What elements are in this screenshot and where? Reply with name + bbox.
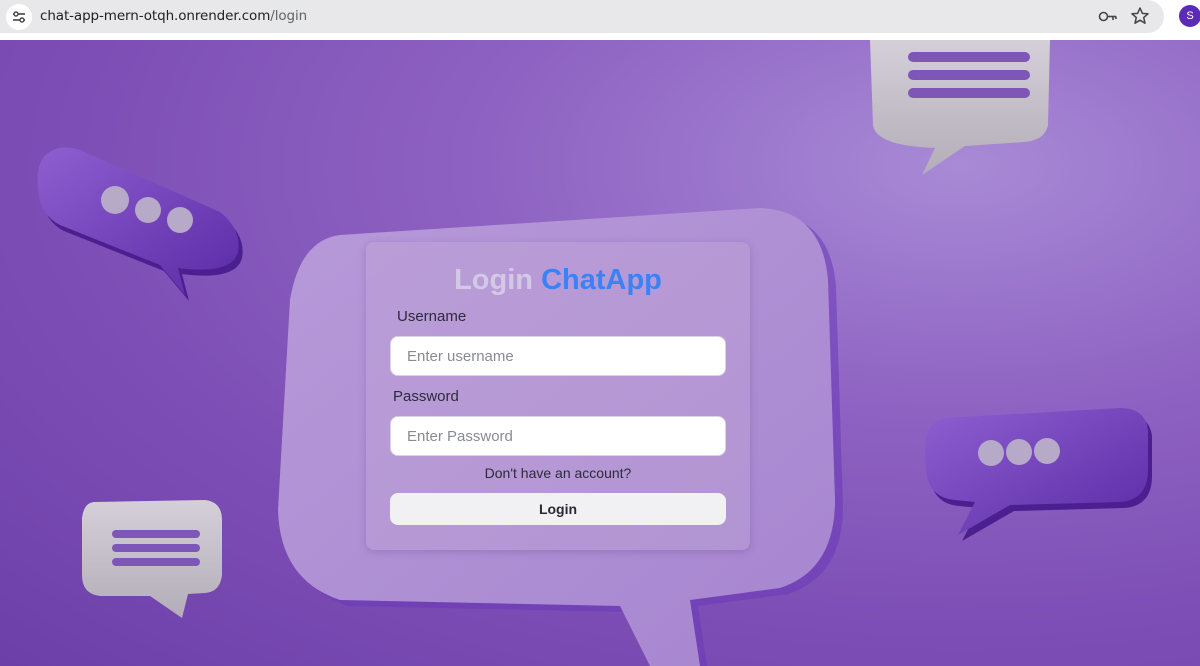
username-input[interactable]	[390, 336, 726, 376]
password-input[interactable]	[390, 416, 726, 456]
browser-toolbar: chat-app-mern-otqh.onrender.com/login S	[0, 0, 1200, 40]
login-button[interactable]: Login	[390, 493, 726, 525]
password-key-icon[interactable]	[1098, 8, 1118, 25]
login-card: Login ChatApp Username Password Don't ha…	[366, 242, 750, 550]
login-title: Login ChatApp	[366, 264, 750, 297]
purple-typing-bubble-left	[37, 147, 243, 301]
password-label: Password	[393, 388, 459, 405]
signup-link[interactable]: Don't have an account?	[366, 465, 750, 481]
purple-typing-bubble-right	[925, 408, 1152, 541]
login-page: Login ChatApp Username Password Don't ha…	[0, 40, 1200, 666]
grey-message-bubble-top	[870, 40, 1050, 175]
address-bar[interactable]: chat-app-mern-otqh.onrender.com/login	[0, 0, 1164, 33]
title-app-name: ChatApp	[541, 264, 662, 296]
bookmark-star-icon[interactable]	[1130, 6, 1150, 26]
site-info-icon[interactable]	[6, 4, 32, 30]
url-host: chat-app-mern-otqh.onrender.com	[40, 8, 271, 24]
title-login-text: Login	[454, 264, 534, 296]
username-label: Username	[397, 308, 467, 325]
url-text[interactable]: chat-app-mern-otqh.onrender.com/login	[40, 8, 307, 24]
url-path: /login	[270, 8, 308, 24]
grey-message-bubble-bottom	[82, 500, 222, 618]
profile-avatar[interactable]: S	[1179, 5, 1200, 27]
